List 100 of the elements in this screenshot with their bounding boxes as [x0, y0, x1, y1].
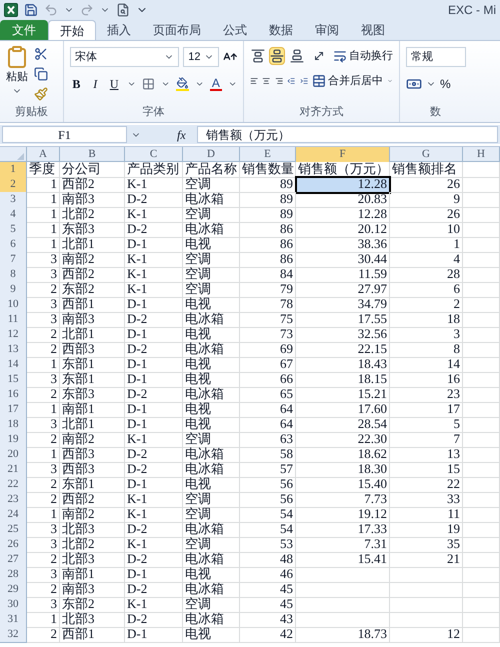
orientation-icon[interactable] [312, 49, 326, 63]
table-cell: 75 [240, 312, 296, 328]
row-header[interactable]: 9 [0, 282, 27, 298]
vertical-align-button[interactable] [269, 47, 286, 65]
row-header[interactable]: 3 [0, 192, 27, 208]
print-preview-icon[interactable] [116, 3, 130, 17]
row-header[interactable]: 4 [0, 207, 27, 223]
row-header[interactable]: 13 [0, 342, 27, 358]
row-header[interactable]: 18 [0, 417, 27, 433]
row-header[interactable]: 25 [0, 522, 27, 538]
paste-button[interactable]: 粘贴 [4, 45, 30, 104]
format-painter-icon[interactable] [34, 87, 48, 101]
row-header[interactable]: 26 [0, 537, 27, 553]
row-header[interactable]: 11 [0, 312, 27, 328]
row-header[interactable]: 5 [0, 222, 27, 238]
column-header[interactable]: H [463, 147, 500, 162]
copy-icon[interactable] [34, 67, 48, 81]
column-header[interactable]: B [60, 147, 125, 162]
table-cell: 54 [240, 507, 296, 523]
empty-cell [463, 447, 500, 463]
row-header[interactable]: 23 [0, 492, 27, 508]
ribbon-tab[interactable]: 数据 [258, 20, 304, 40]
row-header[interactable]: 6 [0, 237, 27, 253]
row-header[interactable]: 31 [0, 612, 27, 628]
row-header[interactable]: 29 [0, 582, 27, 598]
column-header[interactable]: F [296, 147, 390, 162]
row-header[interactable]: 22 [0, 477, 27, 493]
row-header[interactable]: 16 [0, 387, 27, 403]
column-header[interactable]: C [125, 147, 183, 162]
table-cell: 南部3 [60, 312, 125, 328]
table-cell: 南部2 [60, 432, 125, 448]
ribbon-tab[interactable]: 视图 [350, 20, 396, 40]
font-color-button[interactable]: A [210, 77, 222, 91]
merge-center-button[interactable]: 合并后居中 [312, 73, 384, 90]
row-header[interactable]: 2 [0, 177, 27, 193]
table-cell: 西部2 [60, 177, 125, 193]
number-format-field[interactable]: 常规 [406, 47, 466, 67]
row-header[interactable]: 12 [0, 327, 27, 343]
table-cell: 北部1 [60, 327, 125, 343]
fill-color-icon[interactable] [176, 77, 189, 91]
table-cell: D-2 [125, 582, 183, 598]
table-cell: 22.15 [296, 342, 390, 358]
row-header[interactable]: 8 [0, 267, 27, 283]
row-header[interactable]: 19 [0, 432, 27, 448]
table-cell: 86 [240, 237, 296, 253]
table-cell: 3 [27, 312, 60, 328]
table-cell: 30.44 [296, 252, 390, 268]
row-header[interactable]: 20 [0, 447, 27, 463]
empty-cell [463, 252, 500, 268]
group-label: 对齐方式 [298, 104, 344, 120]
borders-icon[interactable] [142, 77, 155, 91]
table-cell: K-1 [125, 492, 183, 508]
ribbon-tab[interactable]: 开始 [48, 20, 96, 40]
column-header[interactable]: D [183, 147, 240, 162]
table-cell: 西部2 [60, 267, 125, 283]
row-header[interactable]: 21 [0, 462, 27, 478]
table-cell: 电冰箱 [183, 552, 240, 568]
font-name-field[interactable]: 宋体 [70, 47, 180, 67]
column-header[interactable]: G [390, 147, 463, 162]
ribbon-tab[interactable]: 页面布局 [142, 20, 212, 40]
row-header[interactable]: 27 [0, 552, 27, 568]
table-cell: 14 [390, 357, 463, 373]
vertical-align-button[interactable] [250, 47, 266, 65]
ribbon-tab[interactable]: 公式 [212, 20, 258, 40]
file-tab[interactable]: 文件 [0, 20, 48, 40]
cut-icon[interactable] [34, 47, 48, 61]
row-header[interactable]: 15 [0, 372, 27, 388]
bold-button[interactable]: B [70, 75, 83, 93]
wrap-text-button[interactable]: 自动换行 [333, 48, 394, 64]
row-header[interactable]: 32 [0, 627, 27, 643]
ribbon-tab[interactable]: 插入 [96, 20, 142, 40]
vertical-align-button[interactable] [289, 47, 305, 65]
formula-field[interactable]: 销售额（万元） [197, 126, 498, 143]
row-header[interactable]: 10 [0, 297, 27, 313]
table-cell: 东部1 [60, 372, 125, 388]
row-header[interactable]: 24 [0, 507, 27, 523]
table-cell: 1 [27, 447, 60, 463]
table-cell: 电视 [183, 327, 240, 343]
save-icon[interactable] [24, 3, 38, 17]
table-cell: 空调 [183, 267, 240, 283]
italic-button[interactable]: I [88, 75, 102, 93]
name-box[interactable]: F1 [2, 126, 127, 143]
font-size-field[interactable]: 12 [183, 47, 219, 67]
row-header[interactable]: 14 [0, 357, 27, 373]
row-header[interactable]: 17 [0, 402, 27, 418]
row-header[interactable]: 30 [0, 597, 27, 613]
empty-cell [463, 282, 500, 298]
table-cell: 57 [240, 462, 296, 478]
row-header[interactable]: 28 [0, 567, 27, 583]
ribbon-tab[interactable]: 审阅 [304, 20, 350, 40]
underline-button[interactable]: U [108, 75, 121, 93]
table-cell: 空调 [183, 282, 240, 298]
table-cell: D-2 [125, 222, 183, 238]
table-cell: 17.60 [296, 402, 390, 418]
row-header[interactable]: 1 [0, 162, 27, 178]
percent-button[interactable]: % [440, 75, 451, 93]
row-header[interactable]: 7 [0, 252, 27, 268]
insert-function-button[interactable]: fx [177, 126, 193, 144]
table-cell: 西部3 [60, 462, 125, 478]
column-header[interactable]: A [27, 147, 60, 162]
